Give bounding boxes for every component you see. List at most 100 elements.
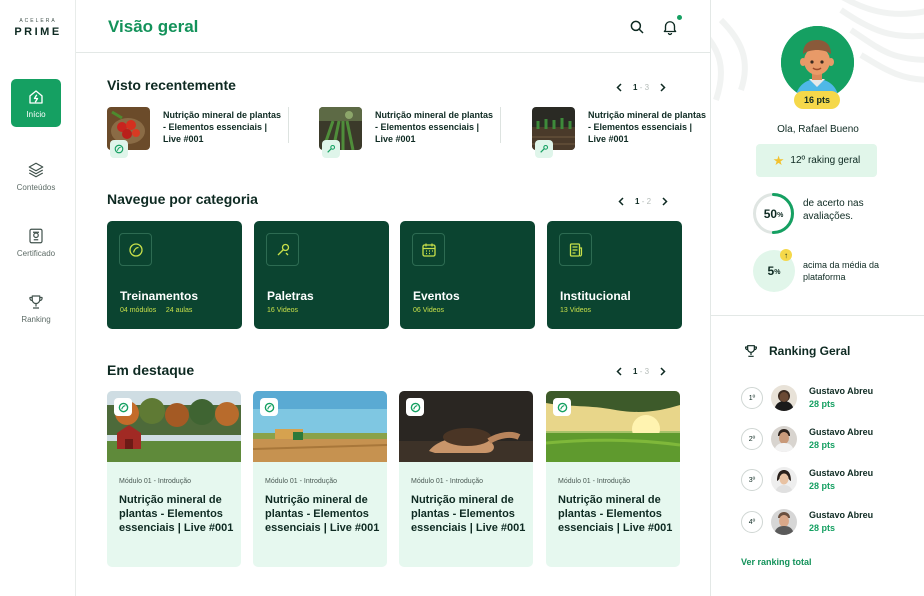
ranking-points: 28 pts [809, 481, 836, 491]
ranking-name: Gustavo Abreu [809, 427, 874, 437]
calendar-icon [421, 243, 436, 257]
search-icon [630, 20, 644, 34]
next-button[interactable] [660, 196, 670, 206]
star-icon: ★ [772, 152, 785, 168]
page-total: 3 [644, 366, 650, 376]
notification-dot [677, 15, 682, 20]
leaf-icon [118, 402, 128, 412]
featured-pager: 1 - 3 [614, 366, 668, 376]
category-card-eventos[interactable]: Eventos 06 Videos [400, 221, 535, 329]
category-card-paletras[interactable]: Paletras 16 Videos [254, 221, 389, 329]
ranking-name: Gustavo Abreu [809, 510, 874, 520]
ranking-position: 1º [741, 387, 763, 409]
chevron-right-icon [660, 82, 666, 92]
divider [711, 315, 924, 316]
ranking-row[interactable]: 2º Gustavo Abreu 28 pts [741, 424, 911, 452]
sidebar-item-certificado[interactable]: Certificado [11, 218, 61, 266]
accuracy-number: 50 [763, 206, 778, 221]
ranking-row[interactable]: 3º Gustavo Abreu 28 pts [741, 465, 911, 493]
avatar[interactable] [781, 26, 854, 99]
ranking-title: Ranking Geral [769, 344, 851, 358]
category-icon-box [412, 233, 445, 266]
above-unit: % [774, 269, 781, 276]
next-button[interactable] [658, 82, 668, 92]
recent-item[interactable]: Nutrição mineral de plantas - Elementos … [107, 107, 287, 159]
microphone-badge [322, 140, 340, 158]
category-title: Paletras [267, 289, 314, 303]
page-title: Visão geral [108, 17, 199, 36]
prev-button[interactable] [614, 82, 624, 92]
ranking-points: 28 pts [809, 399, 836, 409]
notifications-button[interactable] [661, 15, 682, 36]
ranking-row[interactable]: 1º Gustavo Abreu 28 pts [741, 383, 911, 411]
chevron-right-icon [662, 196, 668, 206]
ranking-position: 3º [741, 469, 763, 491]
arrow-up-icon: ↑ [780, 249, 792, 261]
accuracy-text: de acerto nas avaliações. [803, 198, 864, 222]
page-total: 3 [644, 82, 650, 92]
points-badge: 16 pts [794, 91, 840, 109]
module-label: Módulo 01 - Introdução [119, 478, 191, 485]
microphone-icon [540, 144, 549, 153]
rank-badge: ★ 12º raking geral [756, 144, 877, 177]
recent-section-title: Visto recentemente [107, 77, 236, 93]
ranking-position: 2º [741, 428, 763, 450]
sidebar-item-label: Ranking [21, 314, 51, 324]
above-average-text: acima da média da plataforma [803, 260, 880, 282]
rank-text: 12º raking geral [790, 155, 861, 166]
trophy-icon [29, 294, 43, 309]
document-icon [569, 242, 582, 257]
category-title: Eventos [413, 289, 460, 303]
divider [288, 107, 289, 143]
sidebar-item-ranking[interactable]: Ranking [11, 284, 61, 332]
ranking-name: Gustavo Abreu [809, 468, 874, 478]
page-current: 1 [633, 366, 638, 376]
leaf-badge [553, 398, 571, 416]
ranking-row[interactable]: 4º Gustavo Abreu 28 pts [741, 507, 911, 535]
prev-button[interactable] [616, 196, 626, 206]
chevron-right-icon [660, 366, 666, 376]
microphone-icon [277, 243, 289, 255]
microphone-icon [327, 144, 336, 153]
leaf-badge [260, 398, 278, 416]
sidebar-item-label: Início [26, 109, 46, 119]
category-card-institucional[interactable]: Institucional 13 Videos [547, 221, 682, 329]
above-number: 5 [767, 264, 775, 278]
ranking-points: 28 pts [809, 523, 836, 533]
layers-icon [28, 162, 44, 177]
category-subtitle: 06 Videos [413, 307, 445, 314]
page-current: 1 [633, 82, 638, 92]
greeting: Ola, Rafael Bueno [777, 124, 859, 135]
divider [500, 107, 501, 143]
brand-top: ACELERA [19, 18, 57, 24]
featured-card[interactable]: Módulo 01 - Introdução Nutrição mineral … [399, 391, 533, 567]
sidebar-item-label: Certificado [16, 248, 56, 258]
brand-logo[interactable]: ACELERA PRIME [0, 18, 76, 38]
recent-item-title: Nutrição mineral de plantas - Elementos … [375, 110, 494, 144]
sidebar-item-label: Conteúdos [16, 182, 56, 192]
leaf-icon [557, 402, 567, 412]
recent-pager: 1 - 3 [614, 82, 668, 92]
module-label: Módulo 01 - Introdução [265, 478, 337, 485]
featured-card[interactable]: Módulo 01 - Introdução Nutrição mineral … [107, 391, 241, 567]
home-icon [29, 89, 43, 104]
category-icon-box [266, 233, 299, 266]
search-button[interactable] [628, 18, 646, 36]
categories-pager: 1 - 2 [616, 196, 670, 206]
category-card-treinamentos[interactable]: Treinamentos 04 módulos 24 aulas [107, 221, 242, 329]
recent-item[interactable]: Nutrição mineral de plantas - Elementos … [319, 107, 499, 159]
see-all-ranking-link[interactable]: Ver ranking total [741, 557, 812, 567]
prev-button[interactable] [614, 366, 624, 376]
next-button[interactable] [658, 366, 668, 376]
accuracy-stat: 50% [752, 192, 795, 235]
sidebar-item-inicio[interactable]: Início [11, 79, 61, 127]
accuracy-unit: % [777, 211, 784, 219]
category-title: Treinamentos [120, 289, 199, 303]
sidebar-item-conteudos[interactable]: Conteúdos [11, 152, 61, 200]
recent-item[interactable]: Nutrição mineral de plantas - Elementos … [532, 107, 712, 159]
featured-card[interactable]: Módulo 01 - Introdução Nutrição mineral … [546, 391, 680, 567]
brand-name: PRIME [14, 26, 62, 38]
featured-card[interactable]: Módulo 01 - Introdução Nutrição mineral … [253, 391, 387, 567]
page-current: 1 [635, 196, 640, 206]
bell-icon [663, 21, 677, 36]
